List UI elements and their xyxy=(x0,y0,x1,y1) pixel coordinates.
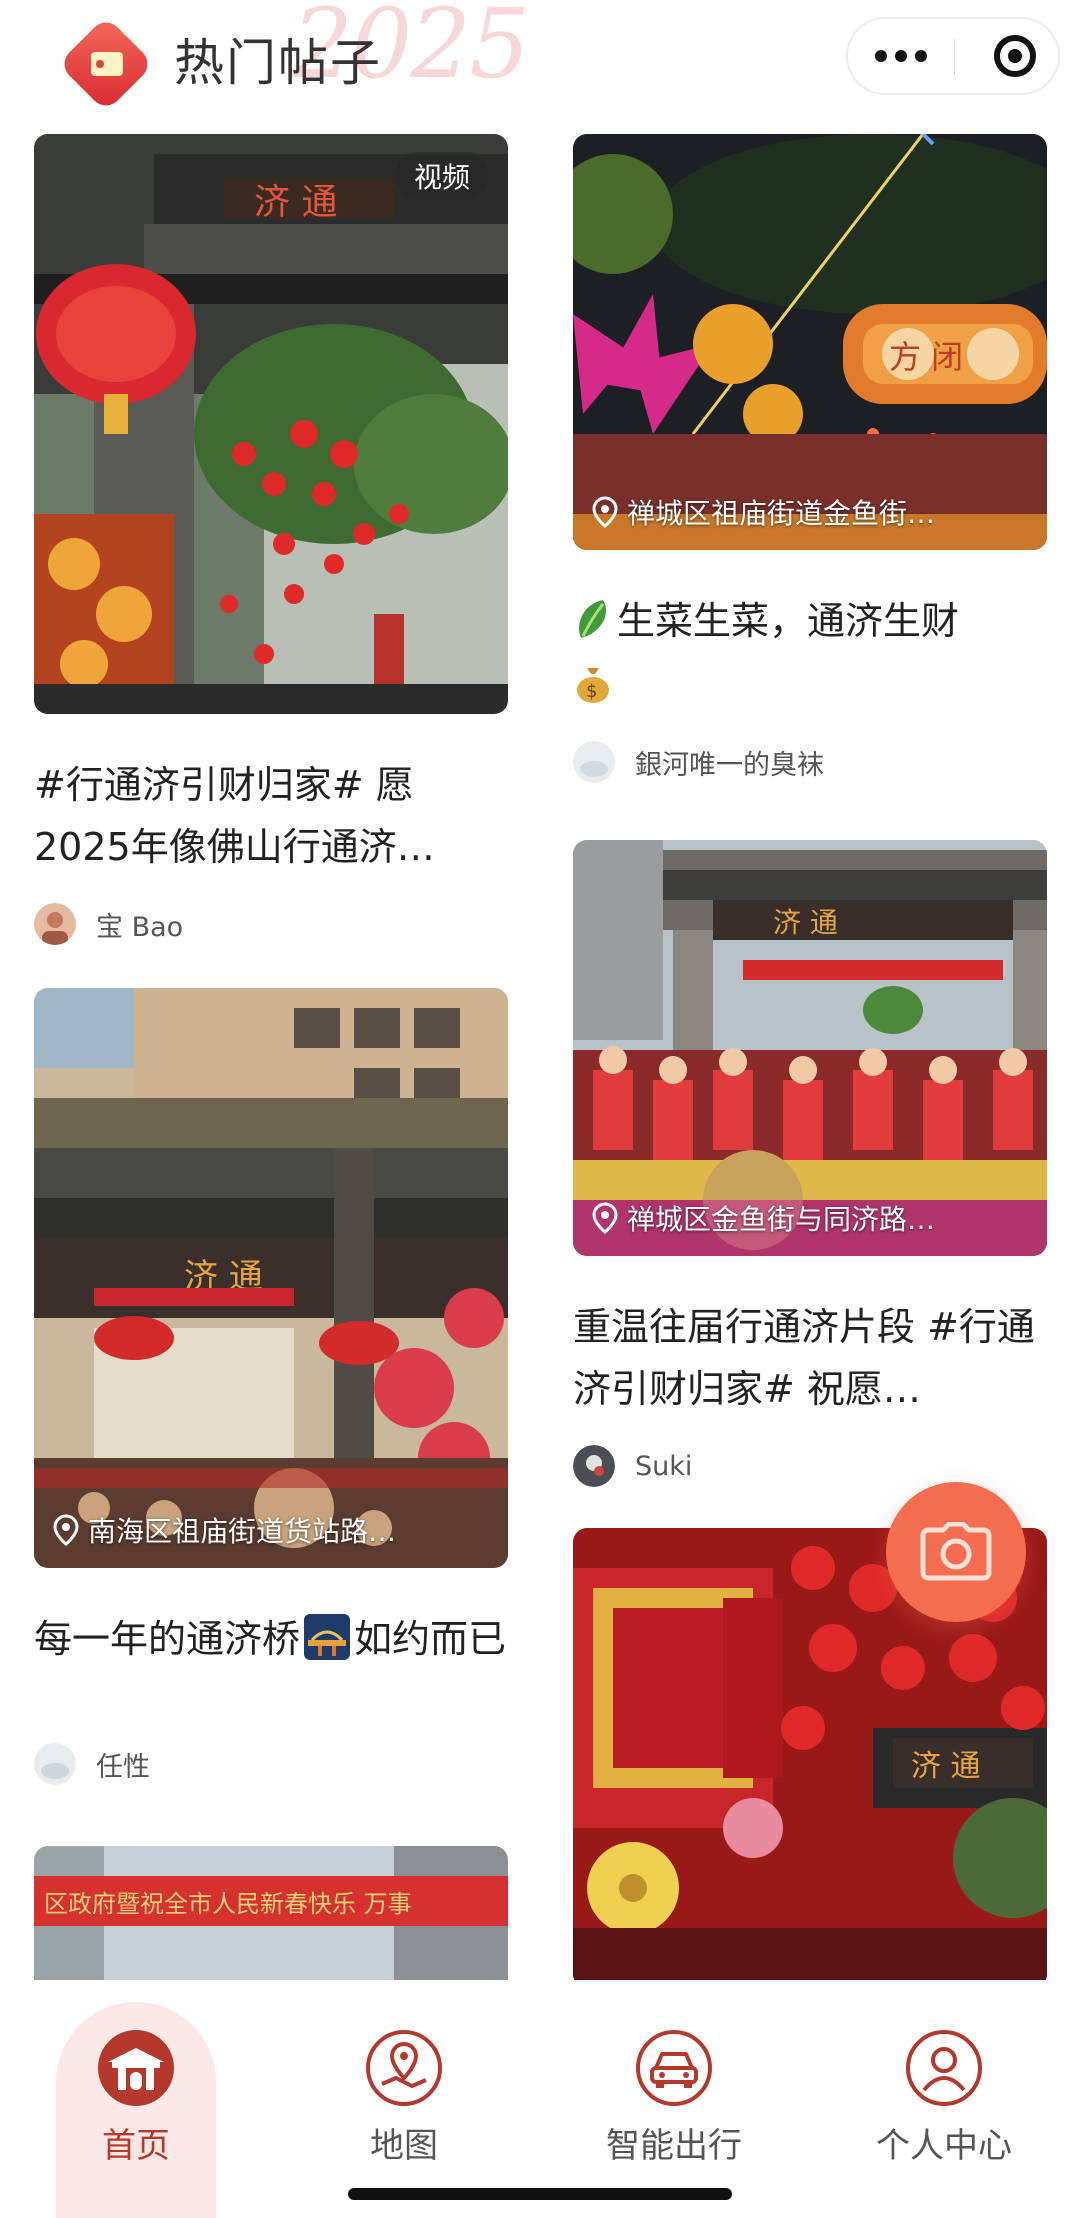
bridge-emoji-icon xyxy=(304,1614,351,1660)
gate-sign-text: 济 通 xyxy=(911,1749,981,1784)
page-title: 热门帖子 xyxy=(174,34,382,92)
logo-icon xyxy=(64,22,148,106)
user-icon xyxy=(906,2030,982,2106)
tab-smart-travel[interactable]: 智能出行 xyxy=(574,2028,774,2168)
author-name: 任性 xyxy=(96,1751,150,1783)
post-author[interactable]: 任性 xyxy=(34,1742,150,1786)
post-title[interactable]: 每一年的通济桥 如约而已 xyxy=(34,1608,508,1670)
avatar xyxy=(573,741,615,783)
location-tag: 禅城区祖庙街道金鱼街… xyxy=(591,492,1029,532)
close-target-icon[interactable] xyxy=(994,35,1036,77)
home-indicator[interactable] xyxy=(348,2188,732,2200)
svg-text:$: $ xyxy=(586,681,597,702)
author-name: Suki xyxy=(635,1450,693,1482)
avatar xyxy=(573,1445,615,1487)
tab-home[interactable]: 首页 xyxy=(36,2028,236,2168)
tab-profile[interactable]: 个人中心 xyxy=(844,2028,1044,2168)
video-badge: 视频 xyxy=(395,152,488,200)
post-feed[interactable]: 济 通 视频 #行通济引财归家# 愿2025年像佛山行通济… 宝 Bao 济 通… xyxy=(0,120,1080,1980)
mini-program-capsule xyxy=(846,17,1060,95)
gate-sign-text: 济 通 xyxy=(254,182,337,223)
location-pin-icon xyxy=(53,1514,79,1546)
post-author[interactable]: 銀河唯一的臭袜 xyxy=(573,740,824,784)
location-pin-icon xyxy=(592,1202,618,1234)
tab-label: 个人中心 xyxy=(876,2126,1012,2166)
bottom-tab-bar: 首页 地图 智能出行 个人中心 xyxy=(0,1980,1080,2218)
gate-sign-text: 方 闭 xyxy=(889,338,963,376)
location-tag: 禅城区金鱼街与同济路… xyxy=(591,1198,1029,1238)
more-options-icon[interactable] xyxy=(848,19,954,93)
tab-label: 智能出行 xyxy=(606,2126,742,2166)
tab-label: 首页 xyxy=(102,2126,170,2166)
lettuce-emoji-icon xyxy=(579,600,607,638)
location-pin-icon xyxy=(592,496,618,528)
post-image[interactable]: 济 通 南海区祖庙街道货站路… xyxy=(34,988,508,1568)
post-image[interactable]: 济 通 禅城区金鱼街与同济路… xyxy=(573,840,1047,1256)
post-title[interactable]: 生菜生菜，通济生财 $ xyxy=(573,590,1047,714)
post-title[interactable]: 重温往届行通济片段 #行通济引财归家# 祝愿… xyxy=(573,1296,1047,1420)
post-author[interactable]: Suki xyxy=(573,1444,692,1488)
avatar xyxy=(34,1743,76,1785)
location-tag: 南海区祖庙街道货站路… xyxy=(52,1510,490,1550)
header-bar: 2025 热门帖子 xyxy=(0,0,1080,120)
tab-map[interactable]: 地图 xyxy=(304,2028,504,2168)
map-pin-icon xyxy=(366,2030,442,2106)
post-title[interactable]: #行通济引财归家# 愿2025年像佛山行通济… xyxy=(34,754,508,878)
camera-button[interactable] xyxy=(886,1482,1026,1622)
capsule-divider xyxy=(954,39,955,75)
banner-text: 区政府暨祝全市人民新春快乐 万事 xyxy=(44,1890,412,1918)
author-name: 宝 Bao xyxy=(96,911,184,943)
post-image[interactable]: 济 通 视频 xyxy=(34,134,508,714)
tab-label: 地图 xyxy=(370,2126,438,2166)
author-name: 銀河唯一的臭袜 xyxy=(635,749,824,781)
avatar xyxy=(34,903,76,945)
post-image[interactable]: 方 闭 禅城区祖庙街道金鱼街… xyxy=(573,134,1047,550)
gate-sign-text: 济 通 xyxy=(773,906,838,939)
camera-icon xyxy=(920,1522,992,1581)
post-image[interactable]: 区政府暨祝全市人民新春快乐 万事 xyxy=(34,1846,508,1980)
home-gate-icon xyxy=(98,2030,174,2106)
post-author[interactable]: 宝 Bao xyxy=(34,902,183,946)
money-bag-emoji-icon: $ xyxy=(577,668,609,703)
car-icon xyxy=(636,2030,712,2106)
